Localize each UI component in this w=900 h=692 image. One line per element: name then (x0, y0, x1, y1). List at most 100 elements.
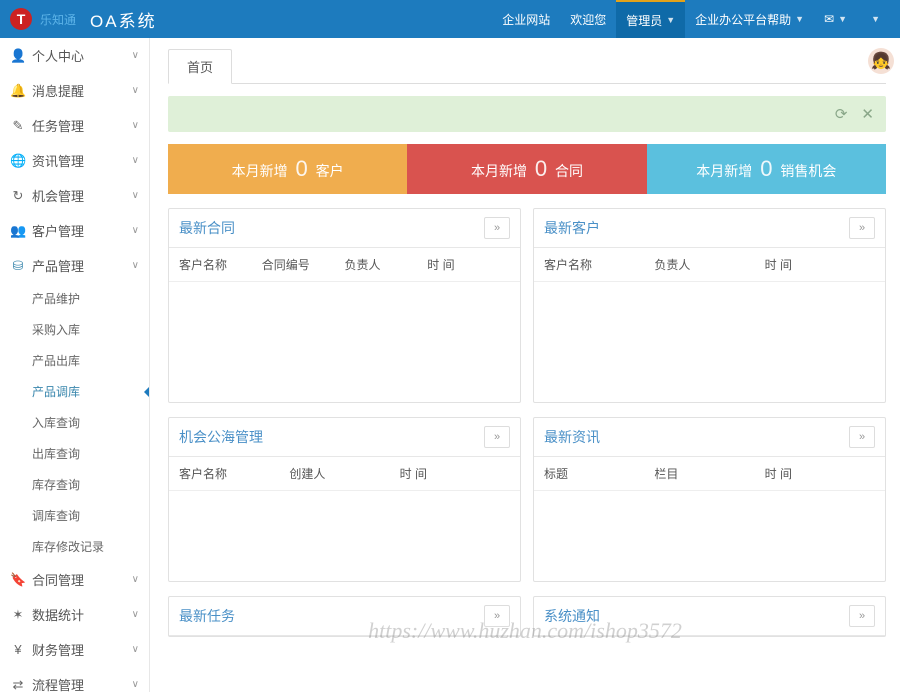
sidebar-sub-in-query[interactable]: 入库查询 (22, 407, 149, 438)
sidebar-sub-transfer[interactable]: 产品调库 (22, 376, 149, 407)
user-avatar[interactable]: 👧 (868, 48, 894, 74)
panel-latest-task: 最新任务» (168, 596, 521, 637)
shuffle-icon: ✶ (10, 607, 26, 623)
stat-prefix: 本月新增 (232, 163, 288, 179)
stat-label: 合同 (555, 163, 583, 179)
panel-columns: 标题 栏目 时 间 (534, 457, 885, 491)
panel-columns: 客户名称 负责人 时 间 (534, 248, 885, 282)
chevron-down-icon: ▼ (795, 14, 804, 24)
users-icon: 👥 (10, 223, 26, 239)
panel-body (534, 282, 885, 402)
col-header: 客户名称 (544, 256, 654, 273)
stat-sales[interactable]: 本月新增 0 销售机会 (647, 144, 886, 194)
sidebar-label: 合同管理 (32, 570, 84, 589)
panel-title: 最新合同 (179, 218, 235, 238)
nav-help[interactable]: 企业办公平台帮助 ▼ (685, 0, 814, 38)
stat-customer[interactable]: 本月新增 0 客户 (168, 144, 407, 194)
more-button[interactable]: » (484, 217, 510, 239)
chevron-down-icon: ∨ (132, 644, 139, 655)
sidebar-sub-product-out[interactable]: 产品出库 (22, 345, 149, 376)
user-icon: 👤 (10, 48, 26, 64)
sidebar-label: 个人中心 (32, 46, 84, 65)
panel-latest-customer: 最新客户 » 客户名称 负责人 时 间 (533, 208, 886, 403)
sidebar-label: 资讯管理 (32, 151, 84, 170)
panel-title: 机会公海管理 (179, 427, 263, 447)
col-header: 创建人 (289, 465, 399, 482)
col-header: 栏目 (654, 465, 764, 482)
app-title: OA系统 (90, 7, 157, 32)
stat-label: 客户 (316, 163, 344, 179)
col-header: 时 间 (427, 256, 510, 273)
more-button[interactable]: » (849, 217, 875, 239)
nav-help-label: 企业办公平台帮助 (695, 11, 791, 28)
sidebar-sub-product: 产品维护 采购入库 产品出库 产品调库 入库查询 出库查询 库存查询 调库查询 … (0, 283, 149, 562)
chevron-down-icon: ∨ (132, 155, 139, 166)
sidebar-sub-stock-query[interactable]: 库存查询 (22, 469, 149, 500)
sidebar-label: 财务管理 (32, 640, 84, 659)
stat-value: 0 (296, 156, 308, 181)
stat-value: 0 (760, 156, 772, 181)
panel-title: 最新资讯 (544, 427, 600, 447)
sidebar-sub-purchase-in[interactable]: 采购入库 (22, 314, 149, 345)
sidebar-item-info[interactable]: 🌐资讯管理∨ (0, 143, 149, 178)
more-button[interactable]: » (849, 605, 875, 627)
sidebar-item-product[interactable]: ⛁产品管理∨ (0, 248, 149, 283)
close-icon[interactable]: ✕ (861, 105, 874, 123)
panel-public-opportunity: 机会公海管理 » 客户名称 创建人 时 间 (168, 417, 521, 582)
chevron-down-icon: ∨ (132, 574, 139, 585)
more-button[interactable]: » (849, 426, 875, 448)
sidebar-label: 数据统计 (32, 605, 84, 624)
mail-button[interactable]: ✉▼ (814, 0, 857, 38)
col-header: 时 间 (400, 465, 510, 482)
sidebar-item-personal[interactable]: 👤个人中心∨ (0, 38, 149, 73)
briefcase-icon: 🔖 (10, 572, 26, 588)
tab-bar: 首页 (168, 48, 886, 84)
alert-bar: ⟳ ✕ (168, 96, 886, 132)
more-button[interactable]: » (484, 426, 510, 448)
panel-columns: 客户名称 合同编号 负责人 时 间 (169, 248, 520, 282)
stat-contract[interactable]: 本月新增 0 合同 (407, 144, 646, 194)
sidebar-sub-maintain[interactable]: 产品维护 (22, 283, 149, 314)
sidebar-sub-stock-log[interactable]: 库存修改记录 (22, 531, 149, 562)
app-header: T 乐知通 OA系统 企业网站 欢迎您 管理员▼ 企业办公平台帮助▼ ✉▼ ▼ (0, 0, 900, 38)
sidebar-item-workflow[interactable]: ⇄ 流程管理 ∨ (0, 667, 149, 692)
sidebar-label: 客户管理 (32, 221, 84, 240)
panel-columns: 客户名称 创建人 时 间 (169, 457, 520, 491)
panel-body (534, 491, 885, 581)
panel-title: 最新客户 (544, 218, 600, 238)
stat-prefix: 本月新增 (696, 163, 752, 179)
sidebar-label: 任务管理 (32, 116, 84, 135)
sidebar-item-contract[interactable]: 🔖 合同管理 ∨ (0, 562, 149, 597)
sidebar-item-tasks[interactable]: ✎任务管理∨ (0, 108, 149, 143)
chevron-down-icon: ∨ (132, 609, 139, 620)
stat-prefix: 本月新增 (471, 163, 527, 179)
chevron-down-icon: ∨ (132, 260, 139, 271)
sidebar-item-opportunity[interactable]: ↻机会管理∨ (0, 178, 149, 213)
sidebar-label: 机会管理 (32, 186, 84, 205)
more-button[interactable]: ▼ (857, 0, 890, 38)
sidebar-label: 产品管理 (32, 256, 84, 275)
sidebar-sub-out-query[interactable]: 出库查询 (22, 438, 149, 469)
chevron-down-icon: ▼ (666, 15, 675, 25)
more-button[interactable]: » (484, 605, 510, 627)
sidebar-item-finance[interactable]: ¥财务管理∨ (0, 632, 149, 667)
logo-icon: T (10, 8, 32, 30)
col-header: 时 间 (765, 465, 875, 482)
sidebar-item-customer[interactable]: 👥客户管理∨ (0, 213, 149, 248)
tab-home[interactable]: 首页 (168, 49, 232, 84)
nav-enterprise-site[interactable]: 企业网站 (492, 0, 560, 38)
stat-label: 销售机会 (780, 163, 836, 179)
sidebar-sub-transfer-query[interactable]: 调库查询 (22, 500, 149, 531)
chevron-down-icon: ∨ (132, 679, 139, 690)
nav-admin-label: 管理员 (626, 12, 662, 29)
col-header: 时 间 (765, 256, 875, 273)
nav-welcome: 欢迎您 (560, 0, 616, 38)
nav-admin[interactable]: 管理员 ▼ (616, 0, 685, 38)
stat-row: 本月新增 0 客户 本月新增 0 合同 本月新增 0 销售机会 (168, 144, 886, 194)
sidebar-item-messages[interactable]: 🔔消息提醒∨ (0, 73, 149, 108)
sidebar-label: 流程管理 (32, 675, 84, 692)
retweet-icon: ⇄ (10, 677, 26, 692)
main-content: 👧 首页 ⟳ ✕ 本月新增 0 客户 本月新增 0 合同 本月新增 0 销售机会 (150, 38, 900, 692)
refresh-icon[interactable]: ⟳ (835, 105, 848, 123)
sidebar-item-stats[interactable]: ✶ 数据统计 ∨ (0, 597, 149, 632)
